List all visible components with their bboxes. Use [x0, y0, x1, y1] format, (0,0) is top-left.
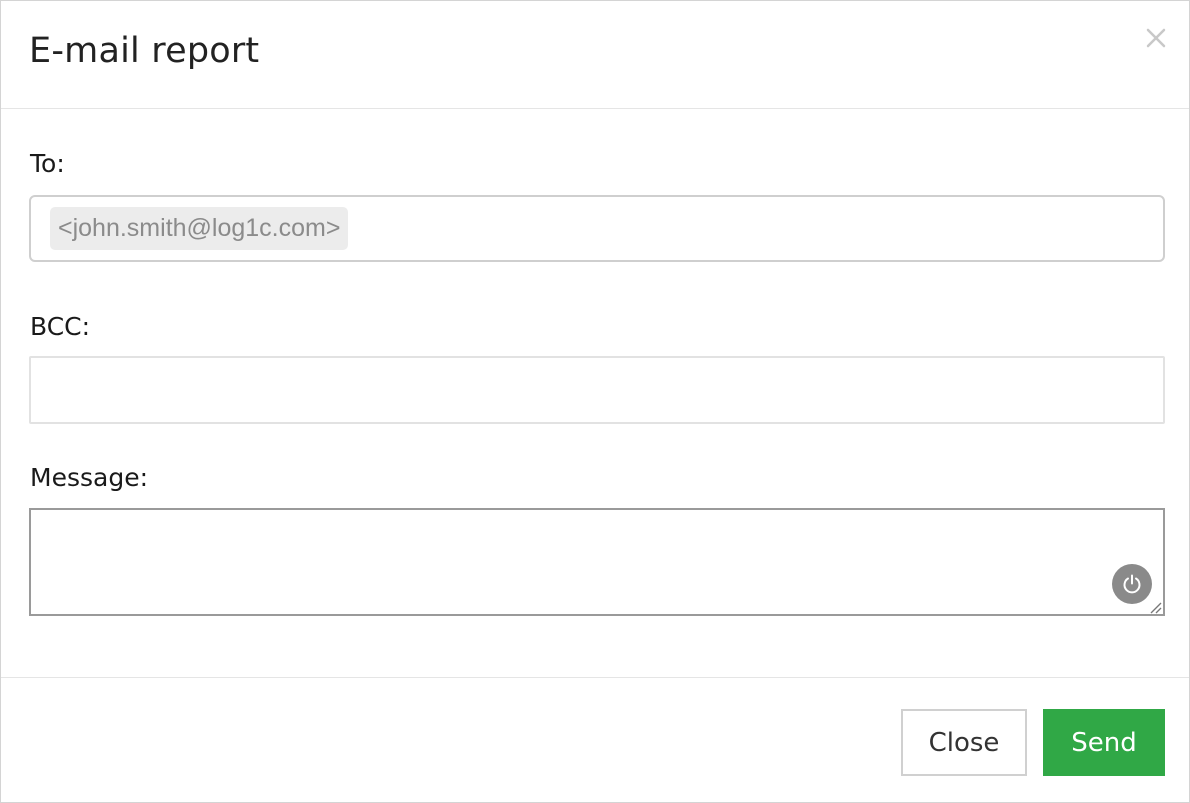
message-textarea[interactable] [29, 508, 1165, 616]
close-button[interactable]: Close [901, 709, 1027, 776]
to-recipients-field[interactable]: <john.smith@log1c.com> [29, 195, 1165, 262]
email-report-dialog: E-mail report To: <john.smith@log1c.com>… [0, 0, 1190, 803]
dialog-header: E-mail report [1, 1, 1189, 109]
power-icon[interactable] [1112, 564, 1152, 604]
to-label: To: [30, 149, 65, 178]
send-button[interactable]: Send [1043, 709, 1165, 776]
message-label: Message: [30, 463, 148, 492]
resize-grip-icon[interactable] [1148, 599, 1162, 614]
dialog-body: To: <john.smith@log1c.com> BCC: Message: [1, 109, 1189, 677]
recipient-tag[interactable]: <john.smith@log1c.com> [50, 207, 349, 250]
bcc-label: BCC: [30, 312, 91, 341]
dialog-title: E-mail report [29, 31, 260, 71]
dialog-footer: Close Send [1, 677, 1189, 802]
bcc-field[interactable] [29, 356, 1165, 424]
close-x-icon[interactable] [1141, 23, 1171, 53]
